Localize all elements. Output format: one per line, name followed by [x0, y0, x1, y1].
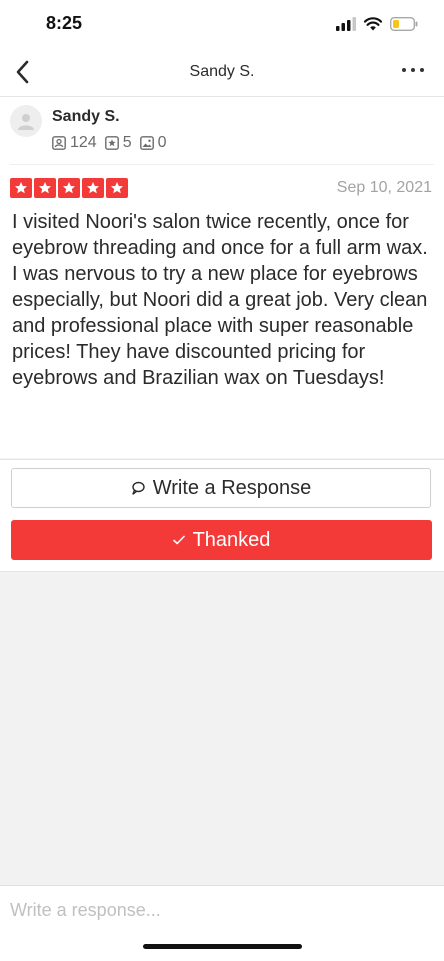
star-icon — [34, 178, 56, 198]
signal-icon — [336, 17, 356, 31]
review-date: Sep 10, 2021 — [336, 179, 432, 196]
reviews-star-icon — [104, 136, 119, 150]
friends-count: 124 — [70, 134, 97, 151]
speech-bubble-icon — [132, 481, 145, 495]
home-indicator[interactable] — [143, 944, 302, 949]
divider — [10, 164, 434, 165]
thanked-label: Thanked — [192, 528, 271, 551]
wifi-icon — [364, 17, 382, 31]
photos-stat: 0 — [139, 134, 167, 152]
checkmark-icon — [172, 535, 185, 545]
nav-bar: Sandy S. — [0, 48, 444, 97]
battery-icon — [390, 17, 418, 31]
status-bar: 8:25 — [0, 0, 444, 48]
thanked-button[interactable]: Thanked — [11, 520, 432, 560]
reviewer-stats: 124 5 0 — [52, 134, 167, 152]
star-icon — [106, 178, 128, 198]
status-time: 8:25 — [46, 13, 83, 33]
reviewer-name[interactable]: Sandy S. — [52, 108, 120, 126]
avatar-placeholder-icon — [18, 114, 34, 130]
more-options-button[interactable] — [402, 68, 424, 72]
status-icons — [336, 15, 418, 33]
photos-icon — [139, 136, 154, 150]
response-input[interactable] — [10, 898, 430, 922]
star-rating — [10, 178, 128, 198]
reviews-stat: 5 — [104, 134, 132, 152]
star-icon — [82, 178, 104, 198]
friends-icon — [52, 136, 66, 150]
review-card: Sandy S. 124 5 0 Sep 10, 2021 I visited … — [0, 97, 444, 458]
review-text: I visited Noori's salon twice recently, … — [12, 211, 428, 389]
star-icon — [58, 178, 80, 198]
friends-stat: 124 — [52, 134, 97, 152]
more-dots-icon — [402, 68, 406, 72]
compose-bar — [0, 885, 444, 961]
photos-count: 0 — [157, 134, 167, 151]
reviews-count: 5 — [122, 134, 132, 151]
write-response-label: Write a Response — [152, 476, 312, 499]
write-response-button[interactable]: Write a Response — [11, 468, 431, 508]
nav-title: Sandy S. — [189, 63, 255, 80]
avatar[interactable] — [10, 105, 42, 137]
star-icon — [10, 178, 32, 198]
review-actions: Write a Response Thanked — [0, 459, 444, 572]
